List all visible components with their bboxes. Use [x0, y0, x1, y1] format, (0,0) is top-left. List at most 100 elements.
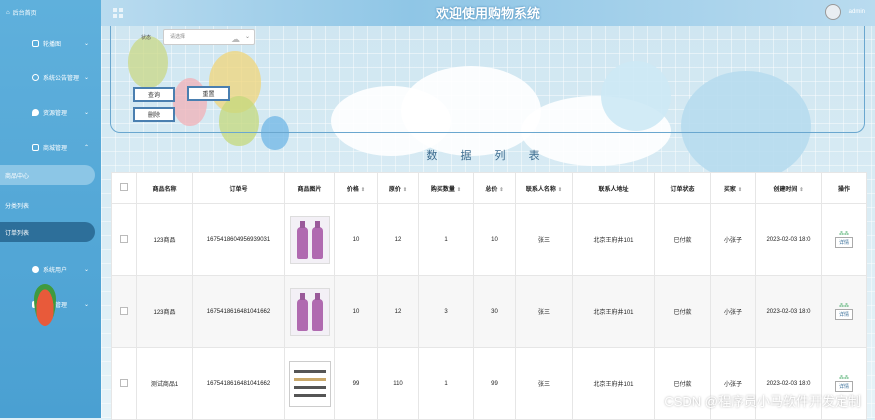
column-header: 商品图片	[284, 172, 335, 204]
sidebar-item-notice[interactable]: 系统公告管理 ⌄	[0, 68, 101, 86]
column-header: 商品名称	[136, 172, 193, 204]
cell-address: 北京王府井101	[572, 203, 655, 276]
sort-icon[interactable]: ⇕	[403, 187, 407, 193]
status-label: 状态	[141, 35, 152, 41]
column-header: 订单号	[192, 172, 285, 204]
home-icon: ⌂	[6, 9, 10, 16]
cell-created: 2023-02-03 18:0	[755, 203, 822, 276]
chevron-down-icon: ⌄	[244, 34, 250, 40]
cell-price: 10	[334, 275, 378, 348]
cell-order-no: 1675418616481041662	[192, 275, 285, 348]
cell-status: 已付款	[654, 275, 711, 348]
chevron-down-icon: ⌄	[83, 40, 89, 47]
sort-icon[interactable]: ⇕	[361, 187, 365, 193]
column-header-sortable[interactable]: 创建时间 ⇕	[755, 172, 822, 204]
image-icon	[32, 39, 39, 47]
column-header-label: 原价	[388, 186, 401, 193]
cell-created: 2023-02-03 18:0	[755, 275, 822, 348]
sidebar-subitem-products[interactable]: 商品中心	[0, 165, 95, 185]
cloud-icon: ☁	[231, 34, 240, 44]
cell-order-no: 1675418616481041662	[192, 347, 285, 420]
select-all-cell[interactable]	[111, 172, 137, 204]
reset-button-label: 重置	[202, 92, 215, 98]
user-name[interactable]: admin	[849, 9, 865, 15]
cell-contact: 张三	[515, 203, 573, 276]
sidebar-item-carousel[interactable]: 轮播图 ⌄	[0, 34, 101, 52]
column-header-sortable[interactable]: 联系人名称 ⇕	[515, 172, 573, 204]
row-checkbox[interactable]	[120, 378, 128, 387]
sidebar-subitem-orders[interactable]: 订单列表	[0, 222, 95, 242]
user-icon	[32, 265, 39, 273]
row-checkbox[interactable]	[120, 234, 128, 243]
status-select[interactable]: 请选择 ☁ ⌄	[163, 29, 255, 45]
query-button-label: 查询	[147, 93, 160, 99]
column-header-sortable[interactable]: 买家 ⇕	[710, 172, 756, 204]
sidebar-item-label: 系统用户	[43, 267, 68, 274]
cell-product-name: 123商品	[136, 275, 193, 348]
query-button[interactable]: 查询	[133, 87, 175, 102]
cell-product-image	[284, 203, 335, 276]
column-header: 订单状态	[654, 172, 711, 204]
table-header-row: 商品名称 订单号 商品图片 价格 ⇕ 原价 ⇕ 购买数量 ⇕ 总价 ⇕ 联系人名称 ⇕ 联…	[111, 172, 867, 204]
sort-icon[interactable]: ⇕	[457, 187, 461, 193]
avatar[interactable]	[825, 4, 841, 20]
product-image	[289, 215, 330, 264]
sidebar-subitem-label: 订单列表	[5, 230, 30, 237]
search-panel: 状态 请选择 ☁ ⌄ 查询 重置 删除	[110, 26, 865, 133]
cell-quantity: 3	[418, 275, 474, 348]
cell-contact: 张三	[515, 275, 573, 348]
cell-buyer: 小张子	[710, 275, 756, 348]
sort-icon[interactable]: ⇕	[499, 187, 503, 193]
row-checkbox[interactable]	[120, 306, 128, 315]
cell-price: 10	[334, 203, 378, 276]
page-title: 欢迎使用购物系统	[435, 6, 540, 21]
cell-quantity: 1	[418, 347, 474, 420]
column-header-sortable[interactable]: 原价 ⇕	[377, 172, 419, 204]
detail-button[interactable]: 详情	[834, 237, 853, 248]
cell-address: 北京王府井101	[572, 347, 655, 420]
sidebar-item-users[interactable]: 系统用户 ⌄	[0, 260, 101, 278]
sort-icon[interactable]: ⇕	[799, 187, 803, 193]
column-header-label: 购买数量	[430, 186, 455, 193]
select-all-checkbox[interactable]	[120, 183, 128, 191]
main-content: 状态 请选择 ☁ ⌄ 查询 重置 删除 数 据 列 表 商品名称 订单号 商品图…	[101, 26, 875, 420]
table-row: 123商品 1675418604956939031 10 12 1 10 张三 …	[111, 203, 867, 276]
cell-original-price: 12	[377, 275, 419, 348]
column-header: 操作	[821, 172, 867, 204]
sidebar: ⌂ 后台首页 轮播图 ⌄ 系统公告管理 ⌄ 资源管理 ⌄ 商城管理 ⌃ 商品中心…	[0, 0, 101, 418]
watermark: CSDN @程序员小马软件开发定制	[664, 394, 861, 409]
cell-original-price: 110	[377, 347, 419, 420]
column-header-sortable[interactable]: 购买数量 ⇕	[418, 172, 474, 204]
sidebar-item-label: 轮播图	[43, 41, 62, 48]
column-header-label: 总价	[485, 186, 498, 193]
delete-button[interactable]: 删除	[133, 107, 175, 122]
detail-button[interactable]: 详情	[834, 309, 853, 320]
cell-original-price: 12	[377, 203, 419, 276]
orders-table: 商品名称 订单号 商品图片 价格 ⇕ 原价 ⇕ 购买数量 ⇕ 总价 ⇕ 联系人名称 ⇕ 联…	[111, 172, 867, 420]
cell-product-name: 123商品	[136, 203, 193, 276]
cell-product-image	[284, 347, 335, 420]
sidebar-item-resource[interactable]: 资源管理 ⌄	[0, 103, 101, 121]
product-image	[288, 360, 331, 407]
sort-icon[interactable]: ⇕	[558, 187, 562, 193]
watermelon-decoration	[34, 284, 56, 326]
column-header-label: 价格	[346, 186, 359, 193]
column-header-label: 联系人名称	[525, 186, 556, 193]
column-header-sortable[interactable]: 总价 ⇕	[473, 172, 516, 204]
reset-button[interactable]: 重置	[187, 86, 230, 101]
cell-contact: 张三	[515, 347, 573, 420]
column-header: 联系人地址	[572, 172, 655, 204]
cell-buyer: 小张子	[710, 203, 756, 276]
column-header-label: 创建时间	[773, 186, 798, 193]
sort-icon[interactable]: ⇕	[738, 187, 742, 193]
brand-link[interactable]: ⌂ 后台首页	[6, 8, 37, 18]
sidebar-item-label: 资源管理	[43, 110, 68, 117]
sidebar-item-mall[interactable]: 商城管理 ⌃	[0, 138, 101, 156]
sidebar-item-label: 商城管理	[43, 145, 68, 152]
cell-total: 10	[473, 203, 516, 276]
table-row: 123商品 1675418616481041662 10 12 3 30 张三 …	[111, 275, 867, 348]
chevron-down-icon: ⌄	[83, 301, 89, 308]
sidebar-subitem-categories[interactable]: 分类列表	[0, 195, 95, 215]
cell-product-name: 测试商品1	[136, 347, 193, 420]
column-header-sortable[interactable]: 价格 ⇕	[334, 172, 378, 204]
